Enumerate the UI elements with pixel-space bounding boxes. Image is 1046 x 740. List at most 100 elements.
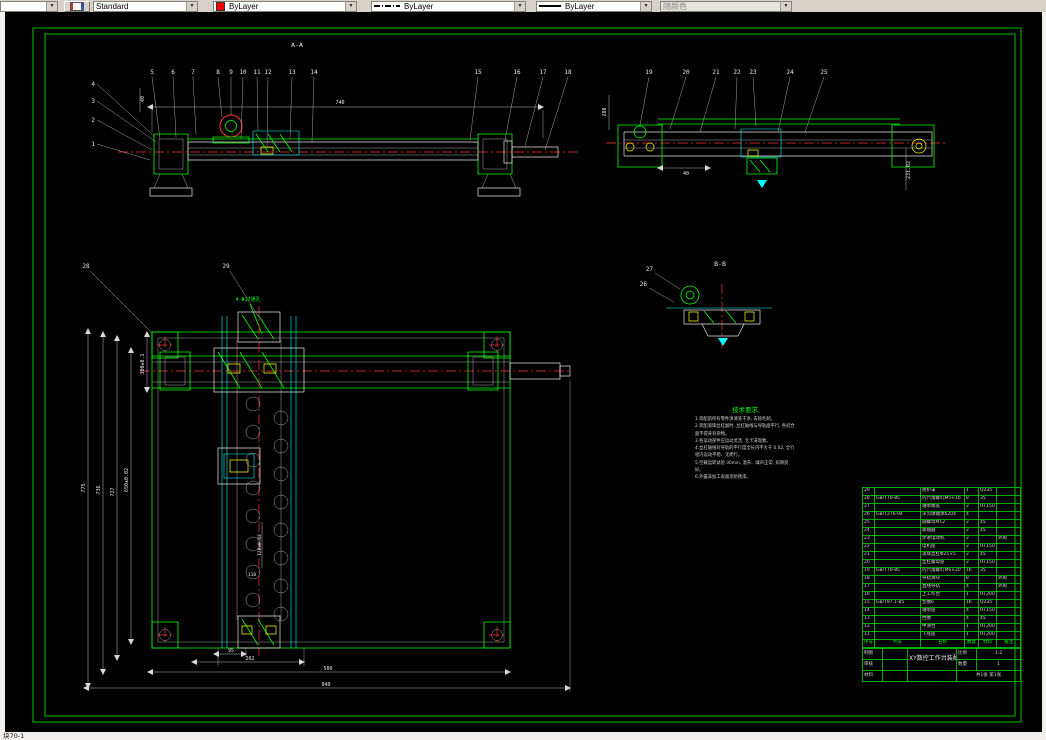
bom-row: 16 上工作台 1 HT200	[862, 591, 1021, 600]
drawn-label: 制图	[862, 648, 883, 660]
callout-label: 26	[640, 281, 648, 288]
bom-row: 14 轴承座 4 HT150	[862, 607, 1021, 616]
bom-row: 23 步进电动机 2 外购	[862, 535, 1021, 544]
callout-label: 10	[239, 69, 247, 76]
bom-row: 19 GB/T70-85 内六角螺钉M6×20 16 35	[862, 567, 1021, 576]
hole-note: 4-Φ17通孔	[235, 296, 260, 303]
callout-label: 14	[310, 69, 318, 76]
linetype-combo-value: ByLayer	[404, 1, 434, 11]
callout-label: 12	[264, 69, 272, 76]
bom-row: 11 下底座 1 HT200	[862, 631, 1021, 640]
callout-label: 4	[91, 81, 95, 88]
bom-row: 21 滚珠丝杠Φ25×5 2 45	[862, 551, 1021, 560]
qty-value: 1	[976, 659, 1021, 671]
lineweight-combo[interactable]: ByLayer ▼	[536, 0, 652, 12]
chevron-down-icon[interactable]: ▼	[514, 1, 525, 11]
plotstyle-combo: 随颜色 ▼	[660, 0, 792, 12]
callout-label: 11	[253, 69, 261, 76]
chevron-down-icon[interactable]: ▼	[46, 1, 57, 11]
bom-row: 17 直线导轨 4 外购	[862, 583, 1021, 592]
layer-combo[interactable]: ▼	[0, 0, 58, 12]
callout-label: 16	[513, 69, 521, 76]
checked-label: 审核	[862, 659, 883, 671]
callout-label: 7	[191, 69, 195, 76]
dim-label: 262	[245, 656, 254, 662]
callout-label: 6	[171, 69, 175, 76]
bom-row: 12 中滑台 1 HT200	[862, 623, 1021, 632]
color-combo-value: ByLayer	[229, 1, 259, 11]
sheet-info: 共1张 第1张	[956, 670, 1021, 682]
style-combo[interactable]: Standard ▼	[93, 0, 198, 12]
callout-label: 25	[820, 69, 828, 76]
bom-table-body: 29 防护罩 1 Q235 28 GB/T70-85 内六角螺钉M5×16 8 35 27 轴承端盖…	[862, 487, 1021, 648]
parts-list: 29 防护罩 1 Q235 28 GB/T70-85 内六角螺钉M5×16 8 35 27 轴承端盖…	[862, 487, 1021, 682]
callout-label: 23	[749, 69, 757, 76]
callout-label: 24	[786, 69, 794, 76]
lineweight-combo-value: ByLayer	[565, 1, 595, 11]
tech-note-line: 5.空载运转试验 30min, 温升、噪声正常, 润滑良好。	[695, 460, 789, 474]
qty-label: 数量	[956, 659, 977, 671]
dim-label: 300±0.1	[140, 353, 146, 374]
bom-row: 20 丝杠螺母座 2 HT150	[862, 559, 1021, 568]
dim-label: 736	[96, 485, 102, 494]
section-aa-view: A-A 740 40 5 6 7 8 9 10 11 12 13 14 4 3 …	[91, 41, 578, 196]
dim-label: 110	[248, 572, 256, 578]
dim-label: 40	[683, 171, 689, 177]
dim-label: 717	[110, 487, 116, 496]
callout-label: 9	[229, 69, 233, 76]
callout-label: 28	[82, 263, 90, 270]
chevron-down-icon[interactable]: ▼	[640, 1, 651, 11]
callout-label: 3	[91, 98, 95, 105]
chevron-down-icon[interactable]: ▼	[345, 1, 356, 11]
tech-note-line: 6.外露非加工表面涂防锈漆。	[695, 475, 751, 481]
bom-row: 22 电机座 2 HT150	[862, 543, 1021, 552]
tech-note-line: 3.各运动部件应运动灵活, 无卡滞现象。	[695, 438, 771, 444]
callout-label: 18	[564, 69, 572, 76]
material-label: 材料	[862, 670, 883, 682]
layer-icon	[70, 1, 84, 11]
tech-note-line: 2.装配滚珠丝杠副时, 丝杠轴线与导轨面平行, 各结合面不得夹有杂物。	[695, 424, 795, 437]
chevron-down-icon: ▼	[780, 1, 791, 11]
plan-view: 28 29 4-Φ17通孔 775 736 717 650±0.02 300±0…	[81, 263, 571, 692]
callout-label: 15	[474, 69, 482, 76]
drawing-title: XY数控工作台装配图	[907, 648, 957, 671]
callout-label: 2	[91, 117, 95, 124]
dim-label: 775	[81, 483, 87, 492]
callout-label: 19	[645, 69, 653, 76]
bom-row: 24 联轴器 2 45	[862, 527, 1021, 536]
callout-label: 8	[216, 69, 220, 76]
color-combo[interactable]: ByLayer ▼	[213, 0, 357, 12]
dim-label: 580	[323, 666, 332, 672]
tech-requirements-title: 技术要求	[732, 406, 758, 414]
dim-label: 740	[335, 100, 344, 106]
toolbar: ▼ Standard ▼ ByLayer ▼ ByLayer ▼ ByLayer…	[0, 0, 1046, 12]
dim-label: 40	[140, 96, 146, 102]
callout-label: 27	[646, 266, 654, 273]
dim-label: 650±0.02	[124, 468, 130, 492]
view-label: B-B	[714, 260, 726, 268]
callout-label: 17	[539, 69, 547, 76]
statusbar-doc-label: 块70-1	[3, 732, 25, 740]
section-bb-view: B-B 27 26	[640, 260, 772, 350]
tech-notes-lines: 1.装配前所有零件须清洗干净, 去除毛刺。 2.装配滚珠丝杠副时, 丝杠轴线与导轨…	[695, 416, 795, 482]
make-layer-current-button[interactable]	[64, 0, 90, 12]
bom-row: 27 轴承端盖 2 HT150	[862, 503, 1021, 512]
title-block: 制图 XY数控工作台装配图 比例 1:2 审核 数量 1 材料	[862, 648, 1021, 682]
bom-header-row: 序号 代号 名称 数量 材料 备注	[862, 639, 1021, 648]
tech-note-line: 4.丝杠轴线对导轨的平行度全长内不大于 0.02, 全行程内运动平稳、无爬行。	[695, 446, 795, 459]
chevron-down-icon[interactable]: ▼	[186, 1, 197, 11]
callout-label: 20	[682, 69, 690, 76]
bom-row: 15 GB/T97.1-85 垫圈6 16 Q235	[862, 599, 1021, 608]
callout-label: 5	[150, 69, 154, 76]
callout-label: 21	[712, 69, 720, 76]
drawing-canvas[interactable]: A-A 740 40 5 6 7 8 9 10 11 12 13 14 4 3 …	[5, 12, 1042, 732]
bom-row: 13 挡圈 4 45	[862, 615, 1021, 624]
callout-label: 1	[91, 141, 95, 148]
view-label: A-A	[291, 41, 303, 49]
dim-label: 840	[321, 682, 330, 688]
lineweight-sample-icon	[539, 5, 561, 7]
callout-label: 13	[288, 69, 296, 76]
scale-value: 1:2	[976, 648, 1021, 660]
style-combo-value: Standard	[96, 1, 129, 11]
linetype-combo[interactable]: ByLayer ▼	[371, 0, 526, 12]
